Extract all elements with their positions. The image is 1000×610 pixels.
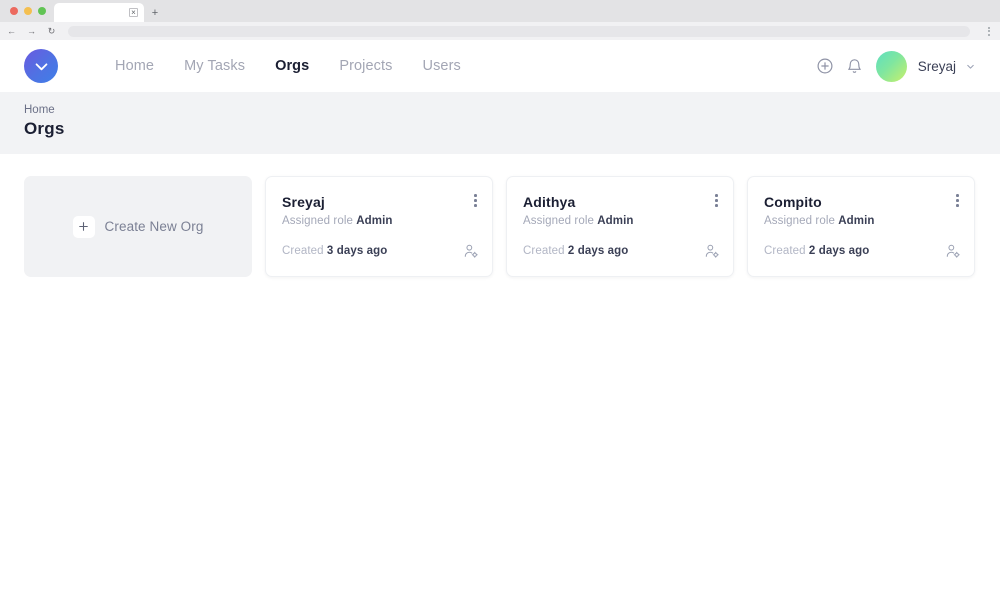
kebab-menu-icon[interactable] xyxy=(472,192,479,209)
org-created: Created 3 days ago xyxy=(282,245,387,257)
org-card-footer: Created 2 days ago xyxy=(523,243,720,259)
browser-tab-strip: × + xyxy=(0,0,1000,22)
back-icon[interactable]: ← xyxy=(6,26,17,37)
user-name[interactable]: Sreyaj xyxy=(918,59,956,74)
plus-icon[interactable] xyxy=(72,215,95,238)
breadcrumb[interactable]: Home xyxy=(24,104,976,116)
org-created-prefix: Created xyxy=(764,245,806,257)
forward-icon[interactable]: → xyxy=(26,26,37,37)
org-role-prefix: Assigned role xyxy=(764,214,835,227)
app-header: Home My Tasks Orgs Projects Users Sreyaj xyxy=(0,40,1000,92)
nav-item-orgs[interactable]: Orgs xyxy=(275,58,309,74)
org-name: Adithya xyxy=(523,194,576,210)
create-new-org-card[interactable]: Create New Org xyxy=(24,176,252,277)
org-card[interactable]: Sreyaj Assigned role Admin Created 3 day… xyxy=(265,176,493,277)
window-traffic-lights xyxy=(8,0,54,22)
org-role: Assigned role Admin xyxy=(282,215,476,227)
maximize-window-button[interactable] xyxy=(38,7,46,15)
browser-toolbar: ← → ↻ xyxy=(0,22,1000,40)
main-nav: Home My Tasks Orgs Projects Users xyxy=(115,58,461,74)
browser-chrome: × + ← → ↻ xyxy=(0,0,1000,40)
chevron-down-icon[interactable] xyxy=(965,61,976,72)
org-created-prefix: Created xyxy=(523,245,565,257)
main-content: Create New Org Sreyaj Assigned role Admi… xyxy=(0,154,1000,299)
org-card-grid: Create New Org Sreyaj Assigned role Admi… xyxy=(24,176,976,277)
close-tab-icon[interactable]: × xyxy=(129,8,138,17)
org-card[interactable]: Adithya Assigned role Admin Created 2 da… xyxy=(506,176,734,277)
browser-tab[interactable]: × xyxy=(54,3,144,22)
minimize-window-button[interactable] xyxy=(24,7,32,15)
browser-menu-icon[interactable] xyxy=(983,26,994,36)
manage-members-icon[interactable] xyxy=(704,243,720,259)
org-card-footer: Created 3 days ago xyxy=(282,243,479,259)
org-role-prefix: Assigned role xyxy=(282,214,353,227)
bell-icon[interactable] xyxy=(840,51,870,81)
page-title: Orgs xyxy=(24,119,65,138)
check-circle-logo[interactable] xyxy=(24,49,58,83)
page-band: Home Orgs xyxy=(0,92,1000,154)
nav-item-home[interactable]: Home xyxy=(115,58,154,74)
org-role-prefix: Assigned role xyxy=(523,214,594,227)
org-role-value: Admin xyxy=(838,214,875,227)
create-new-org-label: Create New Org xyxy=(104,219,204,234)
org-card[interactable]: Compito Assigned role Admin Created 2 da… xyxy=(747,176,975,277)
kebab-menu-icon[interactable] xyxy=(954,192,961,209)
create-new-org-inner: Create New Org xyxy=(72,215,204,238)
org-created-value: 3 days ago xyxy=(326,245,388,257)
plus-circle-icon[interactable] xyxy=(810,51,840,81)
url-input[interactable] xyxy=(68,25,970,37)
org-created-value: 2 days ago xyxy=(567,245,629,257)
org-role-value: Admin xyxy=(356,214,393,227)
close-window-button[interactable] xyxy=(10,7,18,15)
org-created: Created 2 days ago xyxy=(523,245,628,257)
org-created: Created 2 days ago xyxy=(764,245,869,257)
nav-item-users[interactable]: Users xyxy=(423,58,461,74)
org-created-value: 2 days ago xyxy=(808,245,870,257)
org-name: Sreyaj xyxy=(282,194,325,210)
nav-item-my-tasks[interactable]: My Tasks xyxy=(184,58,245,74)
manage-members-icon[interactable] xyxy=(463,243,479,259)
org-name: Compito xyxy=(764,194,822,210)
new-tab-icon[interactable]: + xyxy=(144,3,166,22)
nav-item-projects[interactable]: Projects xyxy=(339,58,392,74)
org-role-value: Admin xyxy=(597,214,634,227)
avatar[interactable] xyxy=(875,50,907,82)
org-created-prefix: Created xyxy=(282,245,324,257)
reload-icon[interactable]: ↻ xyxy=(46,26,57,37)
org-card-footer: Created 2 days ago xyxy=(764,243,961,259)
manage-members-icon[interactable] xyxy=(945,243,961,259)
org-role: Assigned role Admin xyxy=(523,215,717,227)
kebab-menu-icon[interactable] xyxy=(713,192,720,209)
header-actions: Sreyaj xyxy=(810,50,976,82)
org-role: Assigned role Admin xyxy=(764,215,958,227)
